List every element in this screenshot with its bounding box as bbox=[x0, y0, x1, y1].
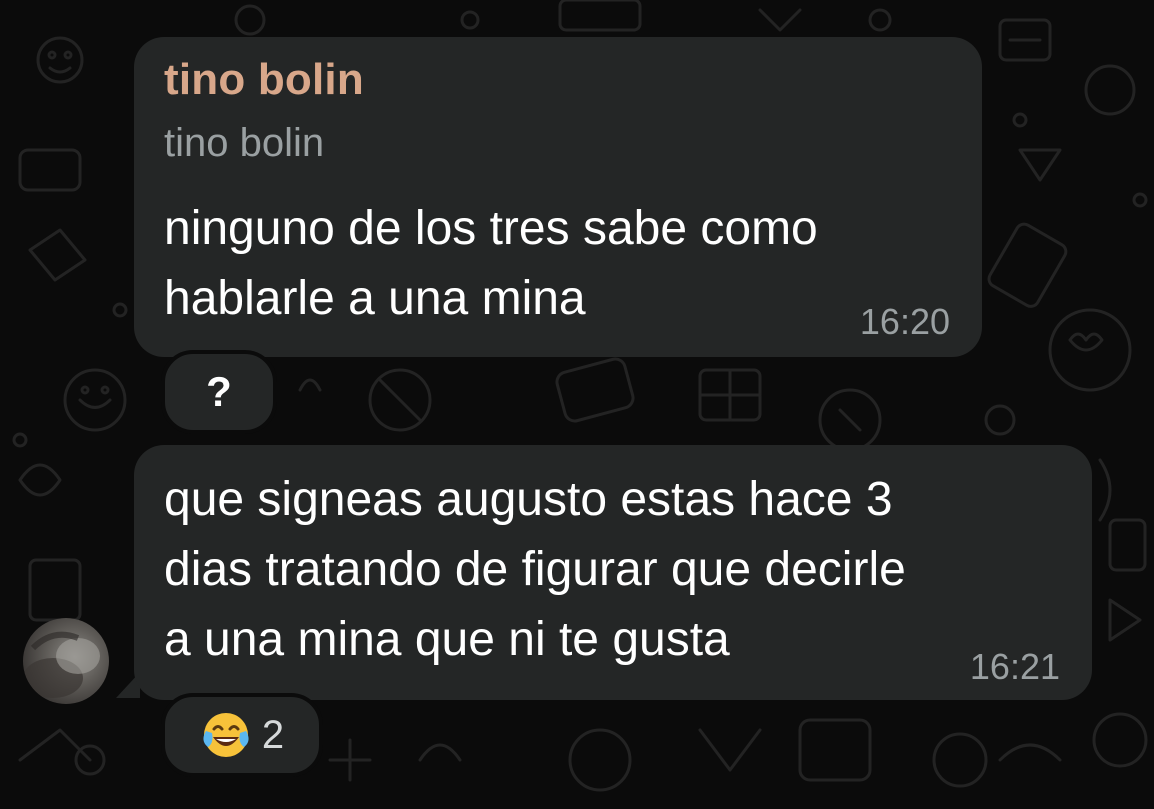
face-with-tears-of-joy-icon bbox=[203, 713, 249, 757]
message-bubble[interactable]: que signeas augusto estas hace 3 dias tr… bbox=[134, 445, 1092, 700]
avatar-image bbox=[23, 631, 100, 698]
message-line: que signeas augusto estas hace 3 bbox=[164, 473, 893, 526]
reaction-chip[interactable]: ? bbox=[161, 350, 277, 434]
message-line: a una mina que ni te gusta bbox=[164, 613, 730, 666]
message-line: hablarle a una mina bbox=[164, 272, 586, 325]
reaction-chip[interactable]: 2 bbox=[161, 693, 323, 777]
message-text: que signeas augusto estas hace 3 dias tr… bbox=[164, 465, 906, 675]
chat-view: tino bolin tino bolin ninguno de los tre… bbox=[0, 0, 1154, 809]
message-timestamp: 16:20 bbox=[859, 301, 950, 342]
message-text: ninguno de los tres sabe como hablarle a… bbox=[164, 194, 818, 334]
avatar[interactable] bbox=[23, 618, 109, 704]
quoted-author: tino bolin bbox=[164, 121, 325, 165]
message-line: dias tratando de figurar que decirle bbox=[164, 543, 906, 596]
question-mark-reaction: ? bbox=[206, 368, 232, 415]
sender-name[interactable]: tino bolin bbox=[164, 55, 364, 105]
message-line: ninguno de los tres sabe como bbox=[164, 202, 818, 255]
message-bubble[interactable]: tino bolin tino bolin ninguno de los tre… bbox=[134, 37, 982, 357]
reaction-count: 2 bbox=[261, 712, 285, 757]
message-timestamp: 16:21 bbox=[969, 646, 1060, 687]
